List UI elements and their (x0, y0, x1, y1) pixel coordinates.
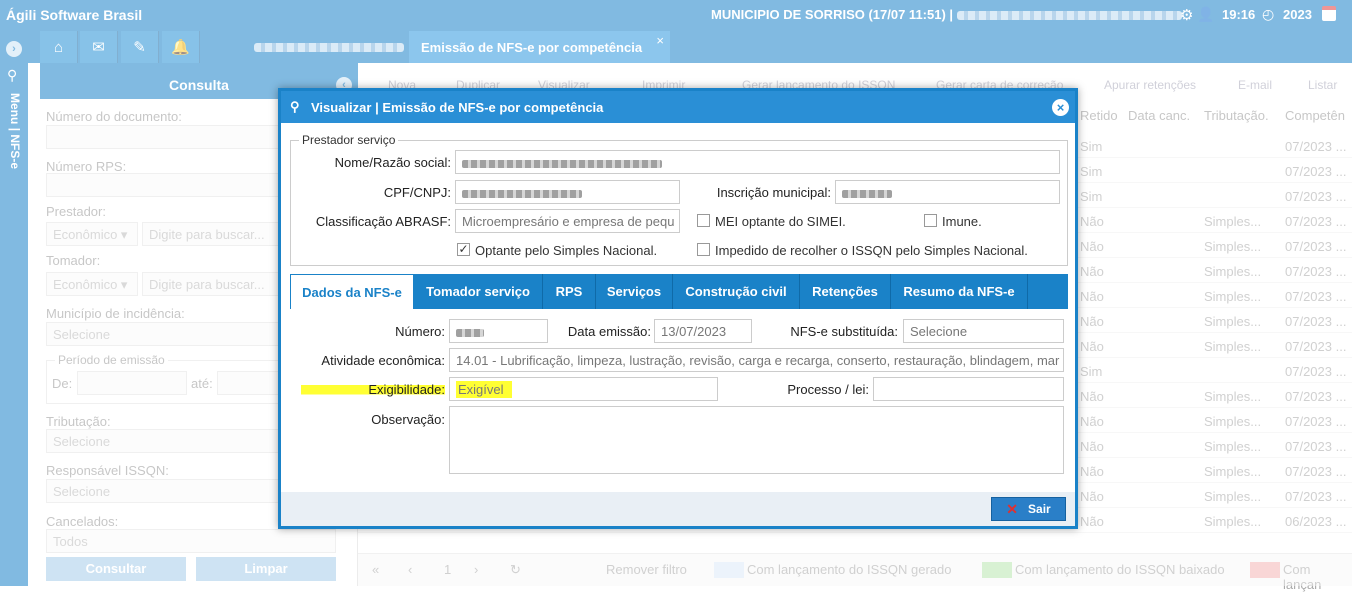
nome-label: Nome/Razão social: (334, 155, 451, 170)
exigibilidade-label: Exigibilidade: (301, 382, 445, 397)
tab-resumo[interactable]: Resumo da NFS-e (891, 274, 1028, 309)
processo-label: Processo / lei: (787, 382, 869, 397)
sair-button[interactable]: ✕ Sair (991, 497, 1066, 521)
inscricao-input[interactable] (835, 180, 1060, 204)
tab-construcao[interactable]: Construção civil (673, 274, 800, 309)
impedido-checkbox[interactable] (697, 243, 710, 256)
modal-header: ⚲ Visualizar | Emissão de NFS-e por comp… (281, 91, 1075, 123)
sair-label: Sair (1028, 502, 1051, 516)
data-emissao-input[interactable]: 13/07/2023 (654, 319, 752, 343)
modal-title: Visualizar | Emissão de NFS-e por compet… (311, 100, 604, 115)
tab-dados-nfse[interactable]: Dados da NFS-e (290, 274, 414, 309)
inscricao-label: Inscrição municipal: (716, 185, 831, 200)
exigibilidade-input[interactable]: Exigível (449, 377, 718, 401)
atividade-input[interactable]: 14.01 - Lubrificação, limpeza, lustração… (449, 348, 1064, 372)
observacao-label: Observação: (371, 412, 445, 427)
visualizar-modal: ⚲ Visualizar | Emissão de NFS-e por comp… (278, 88, 1078, 529)
substituida-label: NFS-e substituída: (790, 324, 898, 339)
data-emissao-label: Data emissão: (567, 324, 651, 339)
imune-label: Imune. (942, 214, 982, 229)
mei-checkbox[interactable] (697, 214, 710, 227)
simples-label: Optante pelo Simples Nacional. (475, 243, 658, 258)
search-icon: ⚲ (290, 99, 300, 114)
classificacao-label: Classificação ABRASF: (315, 214, 451, 229)
close-x-icon: ✕ (1006, 500, 1019, 517)
tab-rps[interactable]: RPS (543, 274, 596, 309)
prestador-legend: Prestador serviço (302, 133, 396, 147)
substituida-select[interactable]: Selecione (903, 319, 1064, 343)
processo-input[interactable] (873, 377, 1064, 401)
imune-checkbox[interactable] (924, 214, 937, 227)
cpf-label: CPF/CNPJ: (383, 185, 451, 200)
numero-input[interactable] (449, 319, 548, 343)
impedido-label: Impedido de recolher o ISSQN pelo Simple… (715, 243, 1028, 258)
tab-retencoes[interactable]: Retenções (800, 274, 891, 309)
tab-servicos[interactable]: Serviços (596, 274, 673, 309)
exigibilidade-value: Exigível (456, 381, 512, 398)
modal-tabs: Dados da NFS-e Tomador serviço RPS Servi… (290, 274, 1068, 309)
classificacao-input[interactable]: Microempresário e empresa de pequ (455, 209, 680, 233)
tab-tomador[interactable]: Tomador serviço (414, 274, 543, 309)
nome-input[interactable] (455, 150, 1060, 174)
atividade-label: Atividade econômica: (321, 353, 445, 368)
numero-label: Número: (395, 324, 445, 339)
close-icon[interactable]: × (1052, 99, 1069, 116)
observacao-textarea[interactable] (449, 406, 1064, 474)
cpf-input[interactable] (455, 180, 680, 204)
modal-footer: ✕ Sair (281, 492, 1075, 526)
mei-label: MEI optante do SIMEI. (715, 214, 846, 229)
simples-checkbox[interactable]: ✓ (457, 243, 470, 256)
